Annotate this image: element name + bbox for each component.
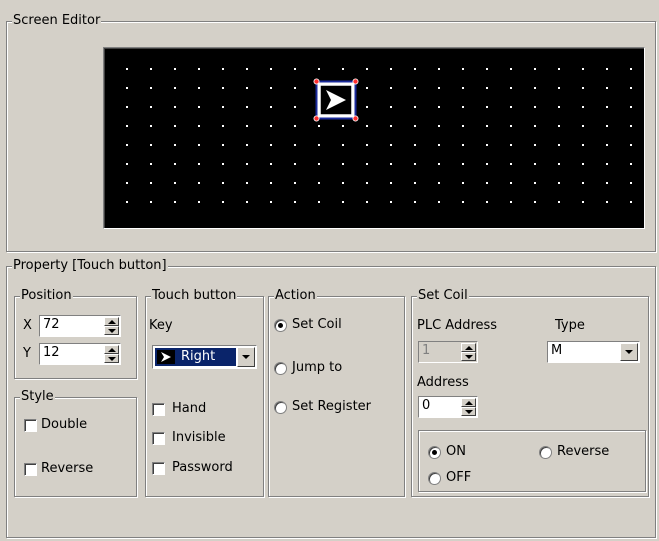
right-arrow-icon (157, 350, 175, 364)
reverse-radio-label: Reverse (557, 444, 610, 459)
action-jump-to-radio[interactable] (274, 362, 287, 375)
password-label: Password (172, 460, 233, 475)
chevron-down-icon (242, 355, 250, 359)
down-arrow-icon (464, 409, 473, 414)
chevron-down-icon (625, 350, 633, 354)
screen-editor-title: Screen Editor (12, 13, 102, 29)
double-checkbox[interactable] (24, 419, 37, 432)
position-title: Position (20, 288, 73, 304)
style-group: Style (14, 389, 137, 497)
key-dropdown-button[interactable] (237, 347, 255, 367)
y-label: Y (23, 346, 31, 361)
action-set-coil-radio[interactable] (274, 319, 287, 332)
x-up-button[interactable] (104, 317, 119, 326)
reverse-radio[interactable] (539, 446, 552, 459)
set-coil-title: Set Coil (417, 288, 469, 304)
key-combo[interactable]: Right (152, 345, 257, 369)
y-down-button[interactable] (104, 354, 119, 363)
up-arrow-icon (107, 347, 116, 352)
invisible-checkbox[interactable] (152, 432, 165, 445)
key-value: Right (181, 349, 216, 364)
style-reverse-label: Reverse (41, 461, 94, 476)
double-label: Double (41, 417, 88, 432)
up-arrow-icon (464, 400, 473, 405)
y-spin-field[interactable]: 12 (39, 343, 121, 365)
type-dropdown-button[interactable] (620, 343, 638, 361)
screen-canvas[interactable] (103, 47, 645, 229)
address-down-button[interactable] (461, 407, 476, 416)
down-arrow-icon (107, 328, 116, 333)
type-combo[interactable]: M (547, 341, 640, 363)
y-spinner[interactable] (104, 345, 119, 363)
address-value: 0 (422, 398, 431, 413)
plc-address-value: 1 (422, 343, 431, 358)
plc-address-up-button[interactable] (461, 343, 476, 352)
property-title: Property [Touch button] (12, 258, 168, 274)
address-spin-field[interactable]: 0 (418, 396, 478, 418)
touch-button-widget[interactable] (313, 78, 359, 122)
hand-checkbox[interactable] (152, 403, 165, 416)
down-arrow-icon (107, 356, 116, 361)
off-label: OFF (446, 470, 472, 485)
plc-address-spinner[interactable] (461, 343, 476, 361)
off-radio[interactable] (428, 472, 441, 485)
style-title: Style (20, 389, 55, 405)
action-set-coil-label: Set Coil (292, 317, 342, 332)
plc-address-spin-field[interactable]: 1 (418, 341, 478, 363)
action-title: Action (274, 288, 317, 304)
style-reverse-checkbox[interactable] (24, 463, 37, 476)
touch-button-title: Touch button (151, 288, 238, 304)
action-set-register-label: Set Register (292, 399, 372, 414)
password-checkbox[interactable] (152, 462, 165, 475)
on-label: ON (446, 444, 466, 459)
type-value: M (551, 343, 563, 358)
action-set-register-radio[interactable] (274, 401, 287, 414)
up-arrow-icon (464, 345, 473, 350)
y-value: 12 (43, 345, 60, 360)
up-arrow-icon (107, 319, 116, 324)
action-jump-to-label: Jump to (292, 360, 343, 375)
x-label: X (23, 318, 32, 333)
on-radio[interactable] (428, 446, 441, 459)
down-arrow-icon (464, 354, 473, 359)
type-label: Type (555, 318, 585, 333)
position-group: Position (14, 288, 137, 379)
key-label: Key (149, 318, 173, 333)
key-combo-selected: Right (155, 348, 236, 366)
x-spinner[interactable] (104, 317, 119, 335)
x-spin-field[interactable]: 72 (39, 315, 121, 337)
hand-label: Hand (172, 401, 207, 416)
address-up-button[interactable] (461, 398, 476, 407)
plc-address-label: PLC Address (417, 318, 498, 333)
plc-address-down-button[interactable] (461, 352, 476, 361)
address-spinner[interactable] (461, 398, 476, 416)
x-down-button[interactable] (104, 326, 119, 335)
x-value: 72 (43, 317, 60, 332)
right-arrow-icon (313, 78, 359, 122)
y-up-button[interactable] (104, 345, 119, 354)
address-label: Address (417, 375, 469, 390)
canvas-grid (126, 68, 632, 203)
invisible-label: Invisible (172, 430, 226, 445)
